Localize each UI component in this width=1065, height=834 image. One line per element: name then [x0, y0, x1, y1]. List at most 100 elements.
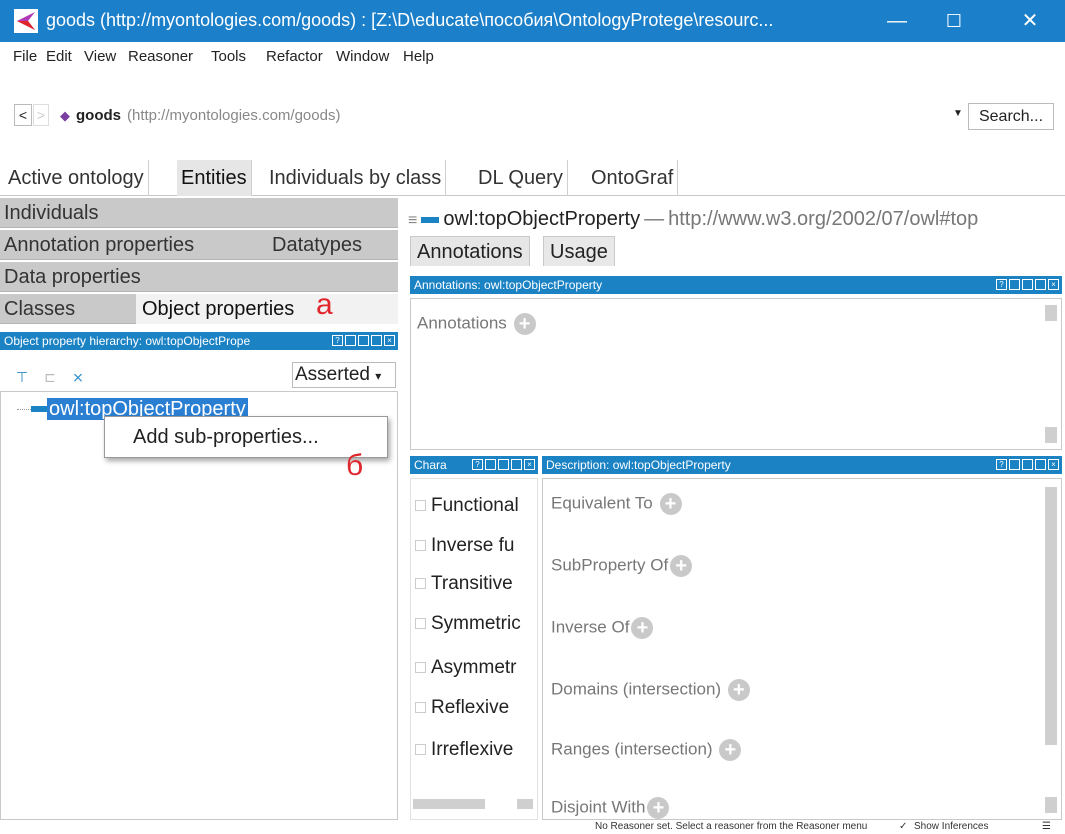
- float-icon[interactable]: [1035, 459, 1046, 470]
- entity-name: owl:topObjectProperty: [443, 208, 641, 230]
- ontology-selector[interactable]: ◆ goods (http://myontologies.com/goods): [60, 104, 950, 128]
- add-domain-icon[interactable]: +: [727, 679, 750, 701]
- split-vertical-icon[interactable]: [345, 335, 356, 346]
- tab-annotations[interactable]: Annotations: [410, 236, 530, 266]
- asserted-label: Asserted: [295, 364, 370, 385]
- asymmetric-checkbox[interactable]: Asymmetr: [415, 657, 517, 679]
- characteristics-header-label: Chara: [414, 458, 447, 472]
- subtab-datatypes[interactable]: Datatypes: [272, 230, 362, 260]
- scrollbar-top[interactable]: [1045, 305, 1057, 321]
- subtab-individuals[interactable]: Individuals: [4, 198, 99, 228]
- help-icon[interactable]: ?: [472, 459, 483, 470]
- reflexive-checkbox[interactable]: Reflexive: [415, 697, 509, 719]
- subtab-annotation-properties[interactable]: Annotation properties: [4, 230, 194, 260]
- menu-reasoner[interactable]: Reasoner: [128, 48, 193, 65]
- split-vertical-icon[interactable]: [1009, 279, 1020, 290]
- search-button[interactable]: Search...: [968, 103, 1054, 130]
- asserted-dropdown[interactable]: Asserted ▾: [292, 362, 396, 388]
- subtab-row-3: Data properties: [0, 262, 398, 292]
- ranges-section: Ranges (intersection) +: [551, 739, 742, 761]
- close-view-icon[interactable]: ×: [524, 459, 535, 470]
- vertical-scrollbar-bottom[interactable]: [1045, 797, 1057, 813]
- subtab-data-properties[interactable]: Data properties: [4, 262, 141, 292]
- split-horizontal-icon[interactable]: [1022, 279, 1033, 290]
- vertical-scrollbar[interactable]: [1045, 487, 1057, 745]
- equivalent-to-section: Equivalent To +: [551, 493, 682, 515]
- back-button[interactable]: <: [14, 104, 32, 126]
- annotations-header-label: Annotations: owl:topObjectProperty: [414, 278, 603, 292]
- tab-individuals-by-class[interactable]: Individuals by class: [265, 160, 447, 196]
- title-dash: —: [644, 208, 665, 230]
- hamburger-icon[interactable]: ≡: [408, 212, 417, 229]
- chevron-down-icon[interactable]: ▼: [953, 108, 963, 119]
- help-icon[interactable]: ?: [996, 279, 1007, 290]
- help-icon[interactable]: ?: [332, 335, 343, 346]
- float-icon[interactable]: [511, 459, 522, 470]
- add-range-icon[interactable]: +: [719, 739, 742, 761]
- entity-title: ≡ owl:topObjectProperty — http://www.w3.org…: [408, 205, 1065, 233]
- add-annotation-icon[interactable]: +: [513, 313, 536, 335]
- transitive-checkbox[interactable]: Transitive: [415, 573, 513, 595]
- split-horizontal-icon[interactable]: [358, 335, 369, 346]
- minimize-button[interactable]: —: [874, 0, 920, 42]
- annotation-mark-b: б: [346, 449, 364, 482]
- float-icon[interactable]: [1035, 279, 1046, 290]
- tab-usage[interactable]: Usage: [543, 236, 615, 266]
- right-panel: ≡ owl:topObjectProperty — http://www.w3.org…: [408, 198, 1065, 820]
- tab-entities[interactable]: Entities: [177, 160, 252, 196]
- close-view-icon[interactable]: ×: [1048, 459, 1059, 470]
- disjoint-with-section: Disjoint With +: [551, 797, 670, 819]
- irreflexive-label: Irreflexive: [431, 739, 514, 760]
- close-view-icon[interactable]: ×: [384, 335, 395, 346]
- subtab-object-properties[interactable]: Object properties: [136, 294, 398, 324]
- add-equivalent-icon[interactable]: +: [659, 493, 682, 515]
- split-horizontal-icon[interactable]: [498, 459, 509, 470]
- show-inferences-checkbox[interactable]: ✓: [899, 820, 907, 834]
- split-vertical-icon[interactable]: [1009, 459, 1020, 470]
- entity-iri: http://www.w3.org/2002/07/owl#top: [668, 208, 979, 230]
- forward-button[interactable]: >: [33, 104, 49, 126]
- inverse-functional-checkbox[interactable]: Inverse fu: [415, 535, 514, 557]
- float-icon[interactable]: [371, 335, 382, 346]
- delete-property-icon[interactable]: ⨯: [68, 368, 88, 386]
- split-horizontal-icon[interactable]: [1022, 459, 1033, 470]
- close-button[interactable]: ✕: [1007, 0, 1053, 42]
- reflexive-label: Reflexive: [431, 697, 510, 718]
- hierarchy-view-header: Object property hierarchy: owl:topObject…: [0, 332, 398, 350]
- horizontal-scrollbar-right[interactable]: [517, 799, 533, 809]
- symmetric-checkbox[interactable]: Symmetric: [415, 613, 521, 635]
- navigation-bar: < > ◆ goods (http://myontologies.com/goods…: [0, 70, 1065, 160]
- menu-view[interactable]: View: [84, 48, 116, 65]
- ontology-iri: (http://myontologies.com/goods): [127, 107, 341, 124]
- subtab-classes[interactable]: Classes: [4, 294, 75, 324]
- description-header-label: Description: owl:topObjectProperty: [546, 458, 731, 472]
- menu-window[interactable]: Window: [336, 48, 389, 65]
- scrollbar-bottom[interactable]: [1045, 427, 1057, 443]
- split-vertical-icon[interactable]: [485, 459, 496, 470]
- maximize-button[interactable]: ☐: [931, 0, 977, 42]
- irreflexive-checkbox[interactable]: Irreflexive: [415, 739, 513, 761]
- menu-lines-icon[interactable]: ☰: [1042, 820, 1051, 834]
- add-disjoint-icon[interactable]: +: [647, 797, 670, 819]
- add-subproperty-icon[interactable]: +: [670, 555, 693, 577]
- close-view-icon[interactable]: ×: [1048, 279, 1059, 290]
- menu-help[interactable]: Help: [403, 48, 434, 65]
- functional-checkbox[interactable]: Functional: [415, 495, 519, 517]
- help-icon[interactable]: ?: [996, 459, 1007, 470]
- add-sub-property-icon[interactable]: ⊤: [12, 368, 32, 386]
- menu-edit[interactable]: Edit: [46, 48, 72, 65]
- tab-ontograf[interactable]: OntoGraf: [587, 160, 679, 196]
- horizontal-scrollbar[interactable]: [413, 799, 485, 809]
- window-title: goods (http://myontologies.com/goods) : …: [46, 10, 774, 30]
- tab-active-ontology[interactable]: Active ontology: [4, 160, 149, 196]
- annotations-view-header: Annotations: owl:topObjectProperty ? ×: [410, 276, 1062, 294]
- add-inverse-icon[interactable]: +: [631, 617, 654, 639]
- menu-tools[interactable]: Tools: [211, 48, 246, 65]
- tab-dl-query[interactable]: DL Query: [474, 160, 568, 196]
- menu-refactor[interactable]: Refactor: [266, 48, 323, 65]
- characteristics-view: Functional Inverse fu Transitive Symmetr…: [410, 478, 538, 820]
- symmetric-label: Symmetric: [431, 613, 521, 634]
- menu-file[interactable]: File: [13, 48, 37, 65]
- transitive-label: Transitive: [431, 573, 513, 594]
- add-sibling-property-icon[interactable]: ⊏: [40, 368, 60, 386]
